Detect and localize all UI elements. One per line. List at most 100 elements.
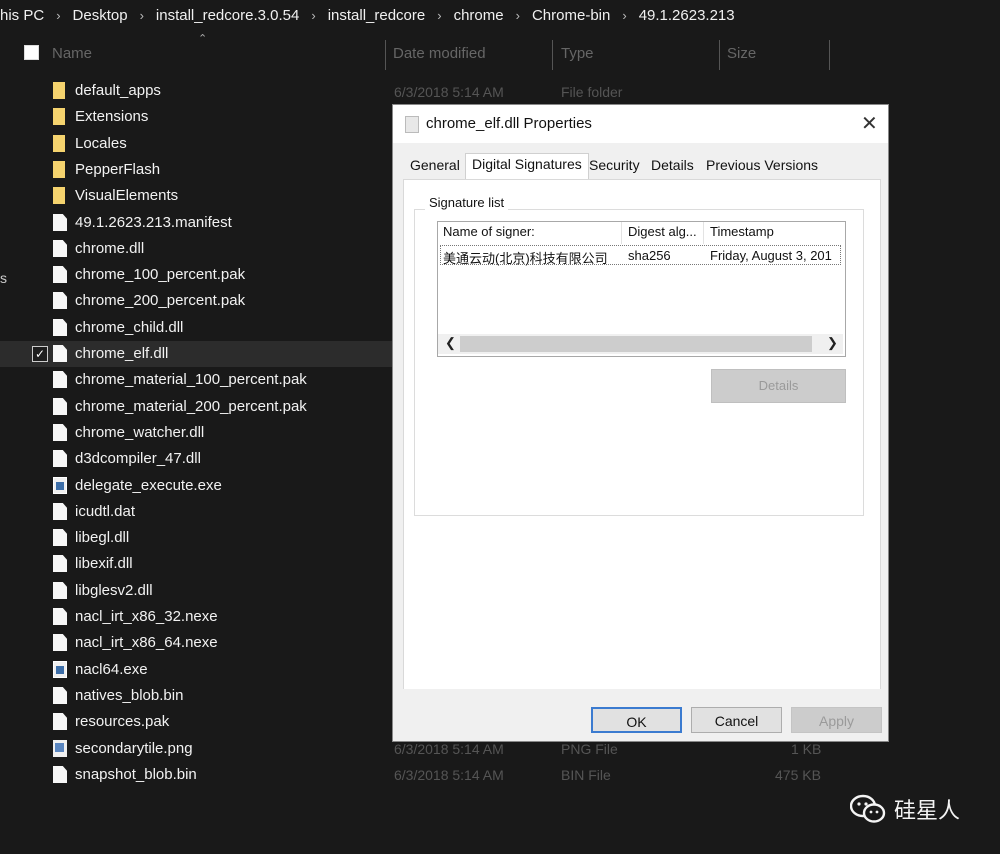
signer-name: 美通云动(北京)科技有限公司 (443, 251, 608, 266)
column-name[interactable]: Name (52, 40, 92, 70)
file-row[interactable]: ✓ chrome_elf.dll (0, 341, 392, 367)
exe-icon (53, 661, 67, 678)
list-header-digest[interactable]: Digest alg... (628, 224, 697, 239)
folder-icon (53, 187, 65, 204)
file-name: libexif.dll (75, 555, 133, 572)
breadcrumb-item[interactable]: 49.1.2623.213 (637, 7, 737, 24)
file-icon (53, 766, 67, 783)
scroll-right-icon[interactable]: ❯ (827, 335, 838, 351)
file-icon (53, 634, 67, 651)
chevron-right-icon[interactable]: › (612, 8, 636, 23)
breadcrumb-item[interactable]: his PC (0, 7, 46, 24)
file-row[interactable]: nacl_irt_x86_32.nexe (0, 604, 392, 630)
file-row[interactable]: 49.1.2623.213.manifest (0, 210, 392, 236)
column-separator[interactable] (829, 40, 830, 70)
breadcrumb-item[interactable]: install_redcore (326, 7, 428, 24)
tab-details[interactable]: Details (651, 157, 694, 173)
file-row[interactable]: libexif.dll (0, 551, 392, 577)
file-icon (53, 424, 67, 441)
tab-digital-signatures[interactable]: Digital Signatures (465, 153, 589, 182)
horizontal-scrollbar[interactable]: ❮ ❯ (438, 334, 843, 354)
file-icon (53, 345, 67, 362)
png-icon (53, 740, 67, 757)
breadcrumb-item[interactable]: Desktop (71, 7, 130, 24)
column-size[interactable]: Size (727, 40, 756, 70)
select-all-checkbox[interactable] (24, 45, 39, 60)
file-icon (53, 240, 67, 257)
row-size: 475 KB (775, 767, 821, 783)
file-row[interactable]: snapshot_blob.bin (0, 762, 392, 788)
file-row[interactable]: icudtl.dat (0, 499, 392, 525)
row-date: 6/3/2018 5:14 AM (394, 741, 504, 757)
column-separator[interactable] (552, 40, 553, 70)
file-row[interactable]: chrome_100_percent.pak (0, 262, 392, 288)
list-header-timestamp[interactable]: Timestamp (710, 224, 774, 239)
file-name: nacl_irt_x86_32.nexe (75, 608, 218, 625)
file-row[interactable]: chrome_material_100_percent.pak (0, 367, 392, 393)
row-date: 6/3/2018 5:14 AM (394, 84, 504, 100)
file-row[interactable]: chrome_watcher.dll (0, 420, 392, 446)
folder-icon (53, 161, 65, 178)
column-separator[interactable] (719, 40, 720, 70)
apply-button[interactable]: Apply (791, 707, 882, 733)
file-row[interactable]: resources.pak (0, 709, 392, 735)
chevron-right-icon[interactable]: › (46, 8, 70, 23)
file-row[interactable]: nacl64.exe (0, 657, 392, 683)
signature-list[interactable]: Name of signer: Digest alg... Timestamp … (437, 221, 846, 357)
file-name: chrome_child.dll (75, 319, 184, 336)
ok-button[interactable]: OK (591, 707, 682, 733)
breadcrumb-item[interactable]: install_redcore.3.0.54 (154, 7, 301, 24)
file-icon (53, 582, 67, 599)
tab-previous-versions[interactable]: Previous Versions (706, 157, 818, 173)
folder-icon (53, 108, 65, 125)
chevron-right-icon[interactable]: › (301, 8, 325, 23)
file-row[interactable]: nacl_irt_x86_64.nexe (0, 630, 392, 656)
file-icon (53, 555, 67, 572)
file-row[interactable]: chrome_material_200_percent.pak (0, 394, 392, 420)
properties-dialog: chrome_elf.dll Properties ✕ General Digi… (392, 104, 889, 742)
file-row[interactable]: VisualElements (0, 183, 392, 209)
file-name: nacl_irt_x86_64.nexe (75, 634, 218, 651)
close-icon[interactable]: ✕ (861, 111, 878, 136)
chevron-right-icon[interactable]: › (506, 8, 530, 23)
chevron-right-icon[interactable]: › (427, 8, 451, 23)
file-row[interactable]: libglesv2.dll (0, 578, 392, 604)
column-type[interactable]: Type (561, 40, 594, 70)
file-row[interactable]: chrome.dll (0, 236, 392, 262)
cancel-button[interactable]: Cancel (691, 707, 782, 733)
file-name: d3dcompiler_47.dll (75, 450, 201, 467)
column-separator[interactable] (703, 222, 704, 244)
row-checkbox[interactable]: ✓ (32, 346, 48, 362)
column-separator[interactable] (621, 222, 622, 244)
details-button[interactable]: Details (711, 369, 846, 403)
wechat-icon (850, 794, 886, 823)
breadcrumb-item[interactable]: chrome (452, 7, 506, 24)
file-row[interactable]: PepperFlash (0, 157, 392, 183)
list-header-signer[interactable]: Name of signer: (443, 224, 535, 239)
file-name: resources.pak (75, 713, 170, 730)
dialog-footer: OK Cancel Apply (393, 689, 888, 741)
file-icon (53, 266, 67, 283)
dialog-title-bar[interactable]: chrome_elf.dll Properties ✕ (393, 105, 888, 143)
column-separator[interactable] (385, 40, 386, 70)
file-row[interactable]: Locales (0, 131, 392, 157)
file-row[interactable]: chrome_child.dll (0, 315, 392, 341)
file-row[interactable]: Extensions (0, 104, 392, 130)
file-row[interactable]: libegl.dll (0, 525, 392, 551)
tab-general[interactable]: General (410, 157, 460, 173)
dialog-title: chrome_elf.dll Properties (426, 115, 592, 132)
column-date-modified[interactable]: Date modified (393, 40, 486, 70)
scrollbar-thumb[interactable] (460, 336, 812, 352)
row-type: PNG File (561, 741, 618, 757)
tab-security[interactable]: Security (589, 157, 640, 173)
chevron-right-icon[interactable]: › (130, 8, 154, 23)
file-row[interactable]: natives_blob.bin (0, 683, 392, 709)
file-name: natives_blob.bin (75, 687, 184, 704)
file-row[interactable]: delegate_execute.exe (0, 473, 392, 499)
file-row[interactable]: chrome_200_percent.pak (0, 288, 392, 314)
file-row[interactable]: d3dcompiler_47.dll (0, 446, 392, 472)
scroll-left-icon[interactable]: ❮ (445, 335, 456, 351)
file-row[interactable]: secondarytile.png (0, 736, 392, 762)
file-row[interactable]: default_apps (0, 78, 392, 104)
breadcrumb-item[interactable]: Chrome-bin (530, 7, 612, 24)
